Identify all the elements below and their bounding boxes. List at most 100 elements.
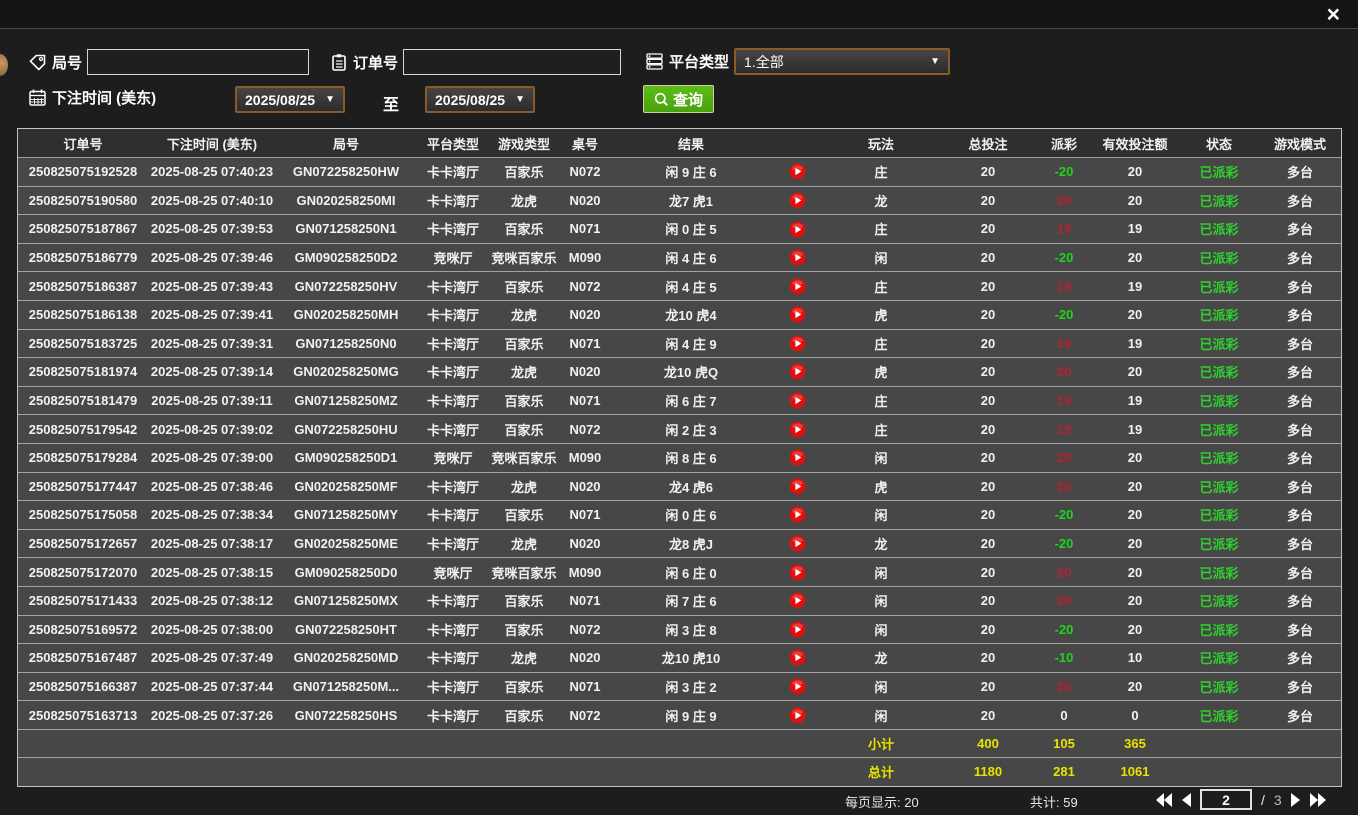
table-row[interactable]: 2508250751861382025-08-25 07:39:41GN0202… (18, 301, 1341, 330)
cell-play: 虎 (824, 305, 938, 324)
play-video-icon[interactable] (789, 707, 806, 724)
first-page-icon[interactable] (1155, 793, 1172, 807)
cell-platform: 卡卡湾厅 (416, 162, 490, 181)
play-video-icon[interactable] (789, 421, 806, 438)
play-video-icon[interactable] (789, 535, 806, 552)
cell-game-mode: 多台 (1258, 706, 1342, 725)
cell-play-button (770, 506, 824, 523)
previous-page-icon[interactable] (1181, 793, 1191, 807)
table-row[interactable]: 2508250751720702025-08-25 07:38:15GM0902… (18, 558, 1341, 587)
cell-game-type: 百家乐 (490, 677, 558, 696)
search-button[interactable]: 查询 (643, 85, 714, 113)
play-video-icon[interactable] (789, 649, 806, 666)
cell-result: 龙4 虎6 (612, 477, 770, 496)
play-video-icon[interactable] (789, 592, 806, 609)
cell-status: 已派彩 (1180, 534, 1258, 553)
table-row[interactable]: 2508250751867792025-08-25 07:39:46GM0902… (18, 244, 1341, 273)
cell-game-mode: 多台 (1258, 648, 1342, 667)
table-row[interactable]: 2508250751878672025-08-25 07:39:53GN0712… (18, 215, 1341, 244)
cell-table-number: M090 (558, 450, 612, 465)
tag-icon (28, 53, 47, 72)
last-page-icon[interactable] (1310, 793, 1327, 807)
current-page-input[interactable] (1200, 789, 1252, 810)
cell-valid-bet: 20 (1090, 307, 1180, 322)
play-video-icon[interactable] (789, 478, 806, 495)
play-video-icon[interactable] (789, 221, 806, 238)
cell-play: 庄 (824, 219, 938, 238)
table-row[interactable]: 2508250751814792025-08-25 07:39:11GN0712… (18, 387, 1341, 416)
play-video-icon[interactable] (789, 278, 806, 295)
order-number-input[interactable] (403, 49, 621, 75)
play-video-icon[interactable] (789, 306, 806, 323)
subtotal-total-bet: 400 (938, 736, 1038, 751)
cell-game-mode: 多台 (1258, 591, 1342, 610)
play-video-icon[interactable] (789, 678, 806, 695)
table-row[interactable]: 2508250751905802025-08-25 07:40:10GN0202… (18, 187, 1341, 216)
table-row[interactable]: 2508250751695722025-08-25 07:38:00GN0722… (18, 616, 1341, 645)
play-video-icon[interactable] (789, 163, 806, 180)
table-row[interactable]: 2508250751750582025-08-25 07:38:34GN0712… (18, 501, 1341, 530)
header-platform: 平台类型 (416, 134, 490, 153)
cell-total-bet: 20 (938, 507, 1038, 522)
table-row[interactable]: 2508250751714332025-08-25 07:38:12GN0712… (18, 587, 1341, 616)
cell-bet-time: 2025-08-25 07:38:00 (148, 622, 276, 637)
table-row[interactable]: 2508250751863872025-08-25 07:39:43GN0722… (18, 272, 1341, 301)
cell-table-number: N071 (558, 679, 612, 694)
play-video-icon[interactable] (789, 335, 806, 352)
play-video-icon[interactable] (789, 506, 806, 523)
table-row[interactable]: 2508250751774472025-08-25 07:38:46GN0202… (18, 473, 1341, 502)
cell-bet-time: 2025-08-25 07:39:53 (148, 221, 276, 236)
cell-game-mode: 多台 (1258, 305, 1342, 324)
date-from-select[interactable]: 2025/08/25 ▼ (235, 86, 345, 113)
play-video-icon[interactable] (789, 564, 806, 581)
table-row[interactable]: 2508250751795422025-08-25 07:39:02GN0722… (18, 415, 1341, 444)
cell-status: 已派彩 (1180, 477, 1258, 496)
cell-bet-time: 2025-08-25 07:39:11 (148, 393, 276, 408)
cell-play: 庄 (824, 420, 938, 439)
cell-platform: 卡卡湾厅 (416, 420, 490, 439)
table-row[interactable]: 2508250751726572025-08-25 07:38:17GN0202… (18, 530, 1341, 559)
platform-type-select[interactable]: 1.全部 ▼ (734, 48, 950, 75)
date-to-select[interactable]: 2025/08/25 ▼ (425, 86, 535, 113)
cell-valid-bet: 19 (1090, 279, 1180, 294)
cell-status: 已派彩 (1180, 706, 1258, 725)
table-row[interactable]: 2508250751837252025-08-25 07:39:31GN0712… (18, 330, 1341, 359)
next-page-icon[interactable] (1291, 793, 1301, 807)
cell-payout: 19 (1038, 422, 1090, 437)
clipboard-icon (330, 53, 348, 72)
cell-table-number: N072 (558, 422, 612, 437)
cell-payout: -20 (1038, 622, 1090, 637)
cell-order-number: 250825075186779 (18, 250, 148, 265)
table-row[interactable]: 2508250751637132025-08-25 07:37:26GN0722… (18, 701, 1341, 730)
table-row[interactable]: 2508250751792842025-08-25 07:39:00GM0902… (18, 444, 1341, 473)
cell-payout: 20 (1038, 593, 1090, 608)
play-video-icon[interactable] (789, 392, 806, 409)
server-list-icon (645, 52, 664, 71)
total-label: 总计 (824, 762, 938, 781)
cell-status: 已派彩 (1180, 448, 1258, 467)
table-row[interactable]: 2508250751819742025-08-25 07:39:14GN0202… (18, 358, 1341, 387)
play-video-icon[interactable] (789, 192, 806, 209)
cell-play-button (770, 592, 824, 609)
cell-bet-time: 2025-08-25 07:37:49 (148, 650, 276, 665)
cell-round-number: GN072258250HS (276, 708, 416, 723)
round-number-input[interactable] (87, 49, 309, 75)
play-video-icon[interactable] (789, 363, 806, 380)
record-count-label: 共计: 59 (1030, 792, 1078, 811)
play-video-icon[interactable] (789, 449, 806, 466)
order-number-label: 订单号 (353, 52, 398, 73)
play-video-icon[interactable] (789, 249, 806, 266)
table-row[interactable]: 2508250751674872025-08-25 07:37:49GN0202… (18, 644, 1341, 673)
round-number-filter: 局号 (28, 49, 309, 75)
cell-order-number: 250825075179284 (18, 450, 148, 465)
play-video-icon[interactable] (789, 621, 806, 638)
cell-total-bet: 20 (938, 708, 1038, 723)
close-icon[interactable]: × (1327, 1, 1340, 27)
cell-valid-bet: 20 (1090, 250, 1180, 265)
cell-order-number: 250825075181479 (18, 393, 148, 408)
table-row[interactable]: 2508250751663872025-08-25 07:37:44GN0712… (18, 673, 1341, 702)
cell-game-type: 百家乐 (490, 162, 558, 181)
cell-platform: 卡卡湾厅 (416, 648, 490, 667)
table-row[interactable]: 2508250751925282025-08-25 07:40:23GN0722… (18, 158, 1341, 187)
cell-platform: 卡卡湾厅 (416, 219, 490, 238)
